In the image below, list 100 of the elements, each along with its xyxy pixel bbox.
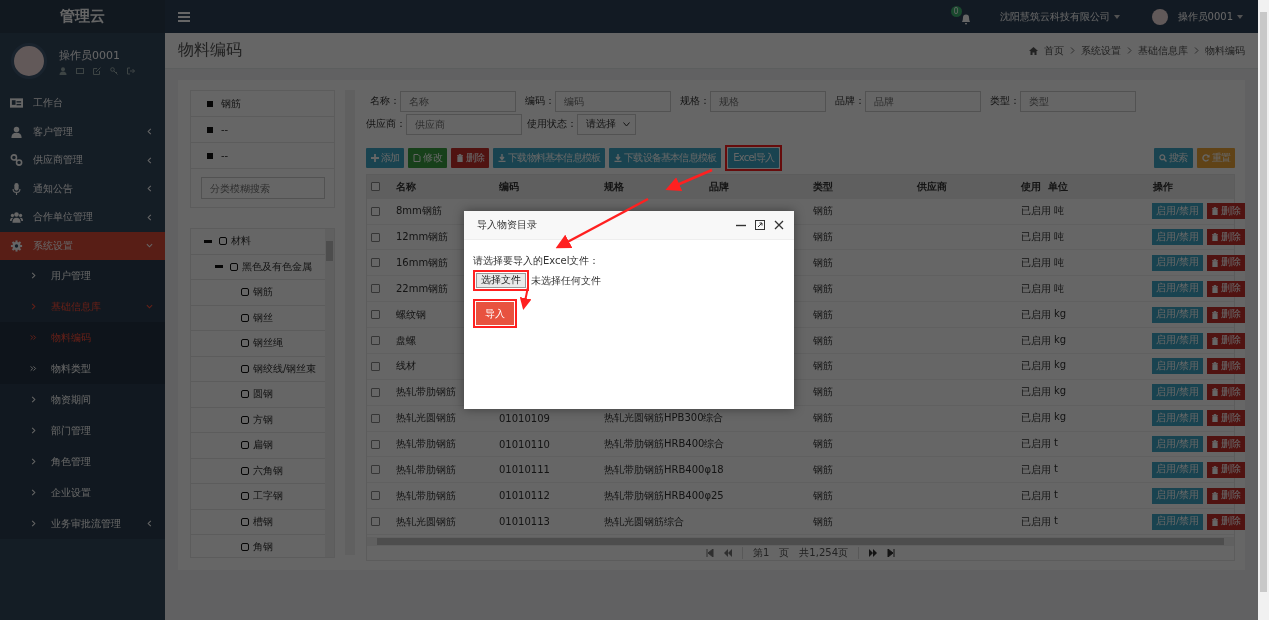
toggle-button[interactable]: 启用/禁用 [1152,358,1204,375]
toolbar-button[interactable]: 修改 [408,148,447,168]
table-cell: 热轧带肋钢筋HRB400综合 [604,438,725,449]
toggle-button[interactable]: 启用/禁用 [1152,410,1204,427]
toggle-button[interactable]: 启用/禁用 [1152,254,1204,271]
column-header: 名称 [395,179,417,194]
toggle-button[interactable]: 启用/禁用 [1152,461,1204,478]
tree-item[interactable]: 槽钢 [253,514,273,529]
table-cell: 01010111 [499,464,550,476]
notification-badge: 0 [950,5,962,17]
table-cell: 钢筋 [813,412,833,424]
sidebar-item[interactable]: 业务审批流管理 [0,508,165,539]
category-item[interactable]: -- [221,150,229,161]
field-label: 使用状态： [527,117,577,131]
table-cell: 已启用 [1021,204,1051,219]
tree-item[interactable]: 六角钢 [253,463,283,478]
table-cell: 16mm钢筋 [396,256,449,268]
delete-button[interactable]: 删除 [1207,513,1246,530]
sidebar-item[interactable]: 角色管理 [0,446,165,477]
table-cell: 吨 [1054,255,1064,270]
status-dropdown[interactable]: 请选择 [577,113,636,135]
search-button[interactable]: 搜索 [1154,148,1193,168]
tree-item[interactable]: 材料 [231,234,251,249]
file-status: 未选择任何文件 [531,273,601,288]
sidebar-item[interactable]: 企业设置 [0,477,165,508]
table-cell: 01010109 [499,412,550,424]
sidebar-item[interactable]: 物料编码 [0,322,165,353]
delete-button[interactable]: 删除 [1207,384,1246,401]
tree-item[interactable]: 钢丝 [253,310,273,325]
sidebar-item[interactable]: 物料类型 [0,353,165,384]
table-cell: 已启用 [1021,333,1051,348]
toggle-button[interactable]: 启用/禁用 [1152,436,1204,452]
tree-item[interactable]: 方钢 [253,412,273,427]
tree-item[interactable]: 钢绞线/钢丝束 [253,361,317,376]
sidebar-item[interactable]: 物资期间 [0,384,165,415]
toolbar-button[interactable]: 添加 [366,148,405,168]
sidebar-item[interactable]: 部门管理 [0,415,165,446]
sidebar-item[interactable]: 用户管理 [0,260,165,291]
company-dropdown[interactable]: 沈阳慧筑云科技有限公司 [999,9,1120,24]
column-header: 类型 [812,179,834,194]
delete-button[interactable]: 删除 [1207,203,1246,220]
page-total: 共1,254页 [799,545,848,560]
sidebar-item[interactable]: 基础信息库 [0,291,165,322]
table-cell: 热轧带肋钢筋 [396,438,456,449]
tree-item[interactable]: 钢丝绳 [253,336,283,351]
table-cell: 钢筋 [813,463,833,475]
breadcrumb-item[interactable]: 首页 [1044,43,1064,58]
tree-item[interactable]: 黑色及有色金属 [242,259,312,274]
toggle-button[interactable]: 启用/禁用 [1152,487,1204,504]
sidebar-item[interactable]: 客户管理 [0,117,165,146]
user-dropdown[interactable]: 操作员0001 [1177,9,1243,24]
delete-button[interactable]: 删除 [1207,254,1246,271]
category-item[interactable]: -- [221,124,229,135]
field-label: 供应商： [366,117,406,131]
toggle-button[interactable]: 启用/禁用 [1152,203,1204,220]
delete-button[interactable]: 删除 [1207,306,1246,323]
toggle-button[interactable]: 启用/禁用 [1152,384,1204,401]
table-cell: 已启用 [1021,255,1051,270]
delete-button[interactable]: 删除 [1207,436,1246,452]
app-logo: 管理云 [0,0,165,33]
toggle-button[interactable]: 启用/禁用 [1152,513,1204,530]
delete-button[interactable]: 删除 [1207,461,1246,478]
table-cell: 钢筋 [813,231,833,242]
table-cell-text: kg [1054,307,1067,321]
sidebar-item[interactable]: 通知公告 [0,174,165,203]
category-item[interactable]: 钢筋 [221,96,241,111]
column-header: 供应商 [916,179,948,194]
table-cell: 01010113 [499,516,550,528]
tree-item[interactable]: 扁钢 [253,438,273,453]
tree-item[interactable]: 圆钢 [253,387,273,402]
sidebar-item[interactable]: 合作单位管理 [0,203,165,232]
toolbar-button[interactable]: 删除 [450,148,490,168]
delete-button[interactable]: 删除 [1207,487,1246,504]
tree-item[interactable]: 工字钢 [253,489,283,504]
tree-item[interactable]: 钢筋 [253,285,273,300]
delete-button[interactable]: 删除 [1207,332,1246,349]
toggle-button[interactable]: 启用/禁用 [1152,306,1204,323]
toolbar-button[interactable]: Excel导入 [728,148,780,168]
table-cell: 已启用 [1021,462,1051,477]
sidebar-item[interactable]: 供应商管理 [0,146,165,175]
table-cell: 已启用 [1021,359,1051,374]
table-cell-text: kg [1054,385,1067,399]
delete-button[interactable]: 删除 [1207,229,1246,245]
toggle-button[interactable]: 启用/禁用 [1152,332,1204,349]
table-cell: 热轧光圆钢筋综合 [604,515,684,527]
table-cell: 钢筋 [813,360,833,372]
delete-button[interactable]: 删除 [1207,358,1246,375]
dialog-title: 导入物资目录 [477,218,538,232]
table-cell: 热轧带肋钢筋HRB400φ18 [604,463,724,475]
table-cell: 钢筋 [813,256,833,268]
delete-button[interactable]: 删除 [1207,410,1246,427]
import-button[interactable]: 导入 [476,302,514,325]
table-cell: 盘螺 [396,334,416,346]
toggle-button[interactable]: 启用/禁用 [1152,280,1204,297]
toggle-button[interactable]: 启用/禁用 [1152,229,1204,245]
tree-item[interactable]: 角钢 [253,540,273,555]
page-label: 页 [779,545,790,560]
delete-button[interactable]: 删除 [1207,280,1246,297]
sidebar-item[interactable]: 工作台 [0,89,165,118]
choose-file-button[interactable]: 选择文件 [476,273,526,288]
